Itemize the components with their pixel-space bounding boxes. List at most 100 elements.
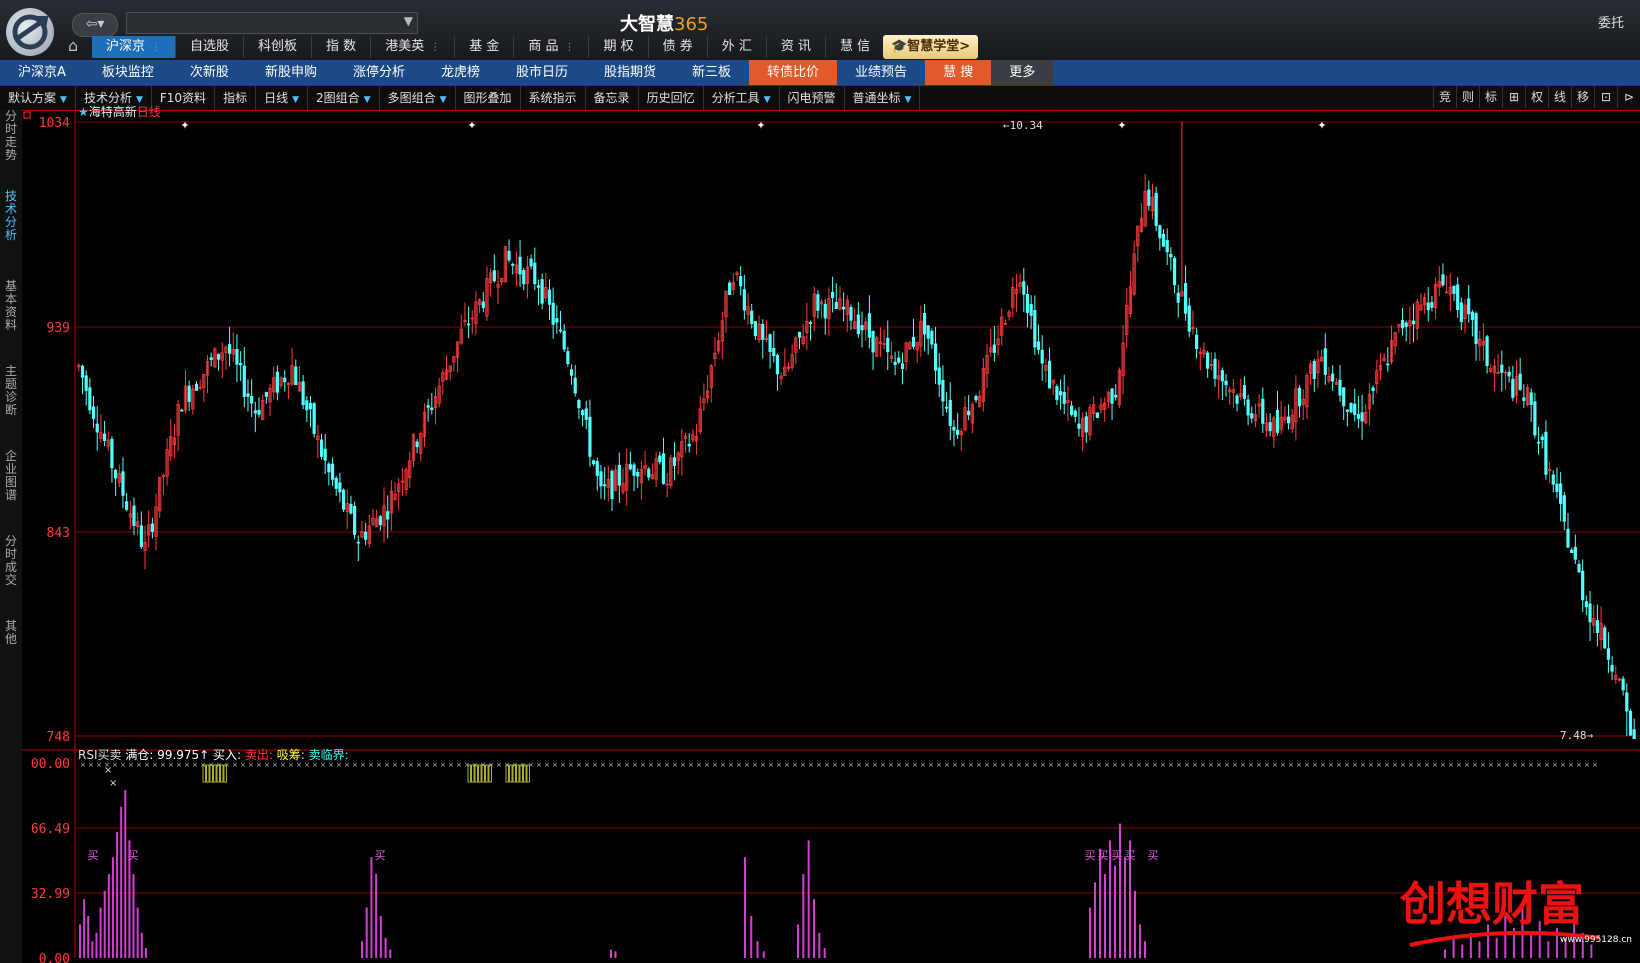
candle-body [952,426,956,431]
rsi-x-mark: × [1192,761,1198,769]
candle-body [364,531,368,540]
rsi-x-mark: × [616,761,622,769]
candle-body [1474,313,1478,344]
rsi-x-mark: × [592,761,598,769]
candle-body [886,337,890,353]
rsi-x-mark: × [1008,761,1014,769]
candle-body [922,312,927,335]
info-marker-icon[interactable]: ✦ [1317,119,1326,132]
rsi-x-mark: × [408,761,414,769]
rsi-x-mark: × [584,761,590,769]
candle-body [1426,302,1430,311]
candle-body [584,408,588,420]
rsi-x-mark: × [1272,761,1278,769]
candle-body [323,448,327,461]
rsi-x-mark: × [1552,761,1558,769]
candle-body [871,330,875,353]
candle-body [1312,361,1316,380]
rsi-x-mark: × [368,761,374,769]
rsi-x-mark: × [352,761,358,769]
rsi-x-mark: × [808,761,814,769]
indicator-tick-label: 00.00 [31,757,70,772]
rsi-x-mark: × [1440,761,1446,769]
candle-body [750,310,754,325]
info-marker-icon[interactable]: ✦ [180,119,189,132]
candle-body [577,400,581,409]
candle-body [1621,678,1625,691]
candle-body [592,460,596,465]
rsi-x-mark: × [1488,761,1494,769]
candle-body [1040,349,1044,364]
kline-chart[interactable]: 1034 939 843 748 00.00 66.49 32.99 0.00 ←10.34 7.… [0,0,1640,963]
candle-body [1268,422,1272,432]
candle-body [948,399,952,426]
candle-body [974,396,978,401]
candle-body [831,291,835,299]
candle-body [1500,364,1504,373]
info-marker-icon[interactable]: ✦ [1117,119,1126,132]
rsi-x-mark: × [720,761,726,769]
candle-body [308,402,313,410]
rsi-x-mark: × [1424,761,1430,769]
max-price-label: ←10.34 [1003,119,1043,132]
candle-body [353,505,357,535]
candle-body [430,407,434,411]
candle-body [1536,441,1541,444]
rsi-x-mark: × [1152,761,1158,769]
rsi-x-mark: × [1144,761,1150,769]
absorb-bar [509,764,513,783]
rsi-x-mark: × [1392,761,1398,769]
candle-body [529,258,533,267]
candle-body [1430,302,1434,308]
rsi-x-mark: × [1368,761,1374,769]
info-marker-icon[interactable]: ✦ [756,119,765,132]
candle-body [1400,319,1405,329]
candle-body [150,523,154,532]
rsi-x-mark: × [1512,761,1518,769]
rsi-x-mark: × [384,761,390,769]
candle-body [1551,474,1555,485]
candle-body [294,366,298,386]
candle-body [562,330,566,350]
rsi-x-mark: × [1248,761,1254,769]
rsi-x-mark: × [624,761,630,769]
candle-body [569,369,574,376]
candle-body [1570,549,1574,554]
rsi-x-mark: × [1000,761,1006,769]
candle-body [80,365,85,378]
indicator-tick-label: 0.00 [39,952,70,963]
info-marker-icon[interactable]: ✦ [467,119,476,132]
rsi-x-mark: × [1120,761,1126,769]
rsi-x-mark: × [1128,761,1134,769]
candle-body [209,357,213,360]
candle-body [540,279,544,304]
rsi-x-mark: × [632,761,638,769]
candle-body [944,406,949,409]
rsi-x-mark: × [1432,761,1438,769]
absorb-bar [485,764,489,783]
candle-body [1581,570,1585,601]
candle-body [507,250,511,261]
candle-body [547,289,552,305]
rsi-x-mark: × [752,761,758,769]
candle-body [1161,233,1166,247]
candle-body [823,303,827,319]
candle-body [1603,627,1607,649]
candle-body [1297,387,1302,407]
candle-body [1047,360,1052,389]
candle-body [426,405,430,408]
candle-body [121,471,125,496]
rsi-x-mark: × [696,761,702,769]
indicator-name[interactable]: RSI买卖 [78,748,122,762]
rsi-x-mark: × [840,761,846,769]
candle-body [242,365,246,397]
candle-body [1213,358,1217,379]
candle-body [1632,729,1636,740]
rsi-x-mark: × [960,761,966,769]
buy-signal-label: 买 [1085,849,1096,862]
rsi-x-mark: × [1264,761,1270,769]
candle-body [956,429,960,435]
rsi-x-mark: × [1456,761,1462,769]
candle-body [125,501,129,510]
rsi-x-mark: × [1384,761,1390,769]
